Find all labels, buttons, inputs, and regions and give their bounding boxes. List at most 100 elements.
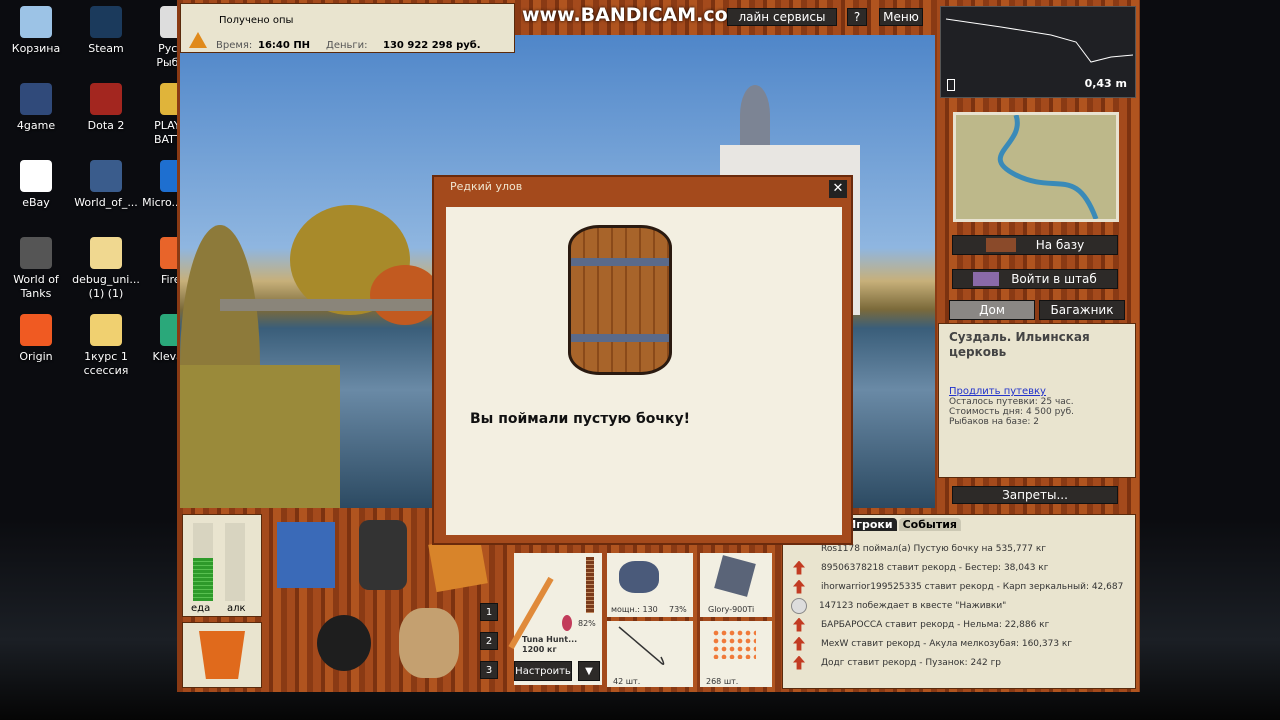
menu-button[interactable]: Меню [879,8,923,26]
event-item: 147123 побеждает в квесте "Наживки" [783,596,1137,615]
warning-icon [189,32,207,48]
desktop-icon[interactable]: 4game [0,83,74,133]
app-icon [90,6,122,38]
event-text: Додг ставит рекорд - Пузанок: 242 гр [821,657,1002,668]
status-panel: Получено опы Время: 16:40 ПН Деньги: 130… [180,3,515,53]
event-text: Ros1178 поймал(а) Пустую бочку на 535,77… [821,543,1047,554]
clock-icon [791,597,807,614]
desktop-icon[interactable]: eBay [0,160,74,210]
keepnet-icon[interactable] [399,608,459,678]
hook-slot[interactable]: 42 шт. [607,621,693,687]
restrictions-button[interactable]: Запреты... [952,486,1118,504]
desktop-icon-label: Корзина [11,42,61,55]
desktop-icon-label: eBay [22,196,50,209]
barrel-icon [568,225,672,375]
app-icon [20,160,52,192]
record-arrow-icon [793,560,805,575]
house-icon [985,238,1016,252]
hotkey-1[interactable]: 1 [480,603,498,621]
bait-count: 268 шт. [706,677,739,686]
hotkey-2[interactable]: 2 [480,632,498,650]
reel-slot[interactable]: мощн.: 130 73% [607,553,693,617]
desktop-icon-label: debug_uni... (1) (1) [72,273,140,300]
desktop-icon[interactable]: Корзина [0,6,74,56]
depth-map: 0,43 m [940,6,1136,98]
desktop-icon[interactable]: Steam [68,6,144,56]
hook-icon [618,626,665,665]
line-name: Glory-900Ti [708,605,755,614]
event-text: MexW ставит рекорд - Акула мелкозубая: 1… [821,638,1073,649]
hook-count: 42 шт. [613,677,641,686]
bait-icon [712,629,756,659]
desktop-icon[interactable]: debug_uni... (1) (1) [68,237,144,301]
desktop-icon-label: 1курс 1 ссессия [83,350,129,377]
tab-home[interactable]: Дом [949,300,1035,320]
close-button[interactable]: ✕ [829,180,847,198]
dialog-body: Вы поймали пустую бочку! [446,207,842,535]
rod-name: Tuna Hunt... [522,635,578,644]
tab-home-label: Дом [979,303,1005,317]
location-map[interactable] [953,112,1119,222]
tackle-dropdown-button[interactable]: ▼ [578,661,600,681]
tab-trunk[interactable]: Багажник [1039,300,1125,320]
reel-power: мощн.: 130 [611,605,658,614]
desktop-icon[interactable]: World_of_... [68,160,144,210]
desktop-icon-label: World of Tanks [13,273,59,300]
people-icon [973,272,1000,286]
backpack-icon[interactable] [359,520,407,590]
rod-load: 1200 кг [522,645,557,654]
anglers-count: Рыбаков на базе: 2 [949,417,1039,427]
depth-value: 0,43 m [1084,77,1127,90]
money-value: 130 922 298 руб. [383,40,481,51]
app-icon [20,6,52,38]
enter-hq-button[interactable]: Войти в штаб [952,269,1118,289]
tackle-box-icon[interactable] [277,522,335,588]
event-text: 89506378218 ставит рекорд - Бестер: 38,0… [821,562,1049,573]
event-item: ihorwarrior199525335 ставит рекорд - Кар… [783,577,1137,596]
church-dome [740,85,770,145]
battery-icon [947,79,955,91]
location-name: Суздаль. Ильинская церковь [949,330,1090,359]
recorder-watermark: www.BANDICAM.com [522,4,748,26]
day-cost: Стоимость дня: 4 500 руб. [949,407,1075,417]
help-button[interactable]: ? [847,8,867,26]
app-icon [90,237,122,269]
hotkey-3[interactable]: 3 [480,661,498,679]
tab-events[interactable]: События [898,518,961,531]
desktop-icon[interactable]: Origin [0,314,74,364]
event-item: Додг ставит рекорд - Пузанок: 242 гр [783,653,1137,672]
reel-icon [619,561,659,593]
game-time: 16:40 ПН [258,40,311,51]
desktop-icon[interactable]: World of Tanks [0,237,74,301]
app-icon [20,314,52,346]
hq-label: Войти в штаб [1011,272,1097,286]
status-message: Получено опы [219,15,294,26]
extend-permit-link[interactable]: Продлить путевку [949,386,1125,397]
event-text: ihorwarrior199525335 ставит рекорд - Кар… [821,581,1124,592]
to-base-button[interactable]: На базу [952,235,1118,255]
online-services-button[interactable]: лайн сервисы [727,8,837,26]
location-info: Суздаль. Ильинская церковь Продлить путе… [938,323,1136,478]
event-text: БАРБАРОССА ставит рекорд - Нельма: 22,88… [821,619,1050,630]
event-item: 89506378218 ставит рекорд - Бестер: 38,0… [783,558,1137,577]
tab-trunk-label: Багажник [1050,303,1114,317]
record-arrow-icon [793,636,805,651]
desktop-icon-label: Steam [88,42,124,55]
to-base-label: На базу [1035,238,1085,252]
event-text: 147123 побеждает в квесте "Наживки" [819,600,1007,611]
desktop-icon-label: 4game [16,119,56,132]
rare-catch-dialog: Редкий улов ✕ Вы поймали пустую бочку! [432,175,853,545]
desktop-icon[interactable]: Dota 2 [68,83,144,133]
alcohol-label: алк [227,603,246,614]
needs-meters: еда алк [182,514,262,617]
money-label: Деньги: [326,40,368,51]
pot-icon[interactable] [317,615,371,671]
line-slot[interactable]: Glory-900Ti [700,553,772,617]
bucket-slot[interactable] [182,622,262,688]
app-icon [20,83,52,115]
desktop-icon[interactable]: 1курс 1 ссессия [68,314,144,378]
record-arrow-icon [793,655,805,670]
bait-slot[interactable]: 268 шт. [700,621,772,687]
line-spool-icon [714,555,756,597]
setup-button[interactable]: Настроить [514,661,572,681]
